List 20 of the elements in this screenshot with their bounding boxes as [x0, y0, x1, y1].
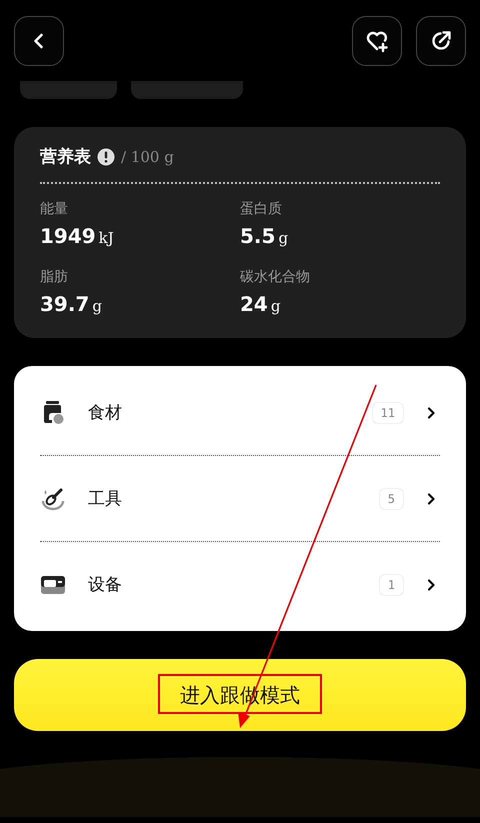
count-badge: 1: [378, 574, 404, 596]
per-amount: / 100 g: [121, 148, 174, 166]
nutrient-value: 5.5 g: [240, 224, 290, 248]
section-row[interactable]: 食材 11: [14, 370, 466, 455]
nutrient-value: 39.7 g: [40, 292, 103, 316]
nutrient-label: 脂肪: [40, 268, 69, 286]
nutrition-title: 营养表: [40, 146, 91, 168]
nutrient-value: 1949 kJ: [40, 224, 115, 248]
nutrient-value: 24 g: [240, 292, 282, 316]
count-badge: 5: [378, 488, 404, 510]
info-icon[interactable]: [97, 148, 115, 166]
nutrient-label: 碳水化合物: [240, 268, 311, 286]
count-badge: 11: [372, 402, 404, 424]
section-row[interactable]: 设备 1: [14, 542, 466, 627]
section-row[interactable]: 工具 5: [14, 456, 466, 541]
whisk-icon: [40, 486, 66, 512]
nutrient-label: 蛋白质: [240, 200, 283, 218]
favorite-button[interactable]: [352, 16, 402, 66]
share-button[interactable]: [416, 16, 466, 66]
nutrient-label: 能量: [40, 200, 69, 218]
